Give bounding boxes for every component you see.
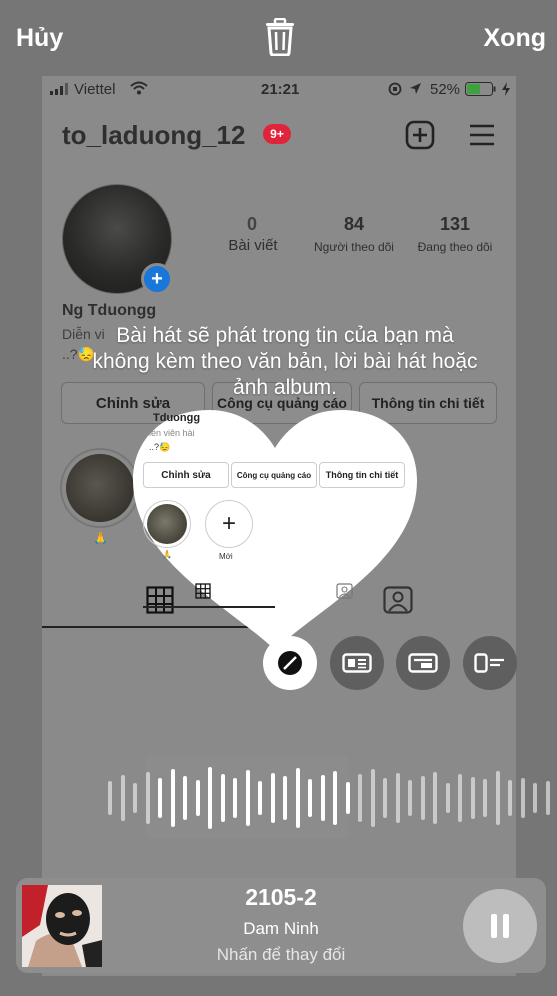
waveform-bar xyxy=(483,779,487,817)
add-post-icon[interactable] xyxy=(405,120,435,155)
waveform-bar xyxy=(520,778,525,818)
charging-icon xyxy=(502,82,510,100)
pause-icon xyxy=(491,914,509,938)
battery-icon xyxy=(465,82,497,100)
waveform-bar xyxy=(220,774,225,822)
heart-new-highlight-plus-icon: + xyxy=(205,500,253,548)
display-name: Ng Tduongg xyxy=(62,302,157,319)
following-count[interactable]: 131 xyxy=(415,214,495,235)
signal-icon xyxy=(50,82,70,99)
change-song-hint[interactable]: Nhấn để thay đổi xyxy=(170,945,392,965)
waveform-bar xyxy=(158,778,162,818)
audio-waveform[interactable] xyxy=(100,760,557,836)
waveform-bar xyxy=(208,767,212,829)
waveform-bar xyxy=(533,783,537,813)
heart-tagged-icon xyxy=(336,583,353,604)
status-bar: Viettel 21:21 52% xyxy=(42,76,516,102)
waveform-bar xyxy=(345,782,350,814)
done-button[interactable]: Xong xyxy=(484,24,547,53)
pause-button[interactable] xyxy=(463,889,537,963)
waveform-bar xyxy=(133,783,137,813)
heart-highlight xyxy=(143,500,191,548)
waveform-bar xyxy=(395,773,400,823)
add-story-plus-icon[interactable]: + xyxy=(141,263,173,295)
waveform-bar xyxy=(145,772,150,824)
compact-label-icon xyxy=(474,653,504,673)
waveform-bar xyxy=(383,778,387,818)
waveform-bar xyxy=(333,771,337,825)
bio-line-2: ..?😓 xyxy=(62,346,95,362)
waveform-bar xyxy=(283,776,287,820)
card-lyrics-icon xyxy=(342,653,372,673)
waveform-bar xyxy=(295,768,300,828)
style-none-button[interactable] xyxy=(263,636,317,690)
waveform-bar xyxy=(495,771,500,825)
battery-percent: 52% xyxy=(430,81,461,98)
posts-count: 0 xyxy=(246,214,257,234)
profile-username: to_laduong_12 xyxy=(62,120,246,150)
waveform-bar xyxy=(458,774,462,822)
following-label[interactable]: Đang theo dõi xyxy=(407,240,503,254)
waveform-bar xyxy=(445,783,450,813)
music-sticker-hint: Bài hát sẽ phát trong tin của bạn mà khô… xyxy=(92,324,478,399)
carrier-name: Viettel xyxy=(74,81,116,98)
waveform-bar xyxy=(420,776,425,820)
waveform-bar xyxy=(308,779,312,817)
highlight-caption: 🙏 xyxy=(93,531,108,545)
followers-label[interactable]: Người theo dõi xyxy=(304,240,404,254)
heart-info-button: Thông tin chi tiết xyxy=(319,462,405,488)
waveform-bar xyxy=(108,781,112,815)
waveform-bar xyxy=(508,780,512,816)
waveform-bar xyxy=(320,775,325,821)
heart-new-label: Mới xyxy=(219,552,233,561)
style-album-card-button[interactable] xyxy=(396,636,450,690)
heart-tools-button: Công cụ quảng cáo xyxy=(231,462,317,488)
waveform-bar xyxy=(370,769,375,827)
waveform-bar xyxy=(358,774,362,822)
heart-sticker[interactable]: Tduongg iễn viên hài ..?😓 Chỉnh sửa Công… xyxy=(133,410,417,650)
waveform-bar xyxy=(183,776,187,820)
card-album-icon xyxy=(408,653,438,673)
song-artist: Dam Ninh xyxy=(243,919,319,938)
style-compact-button[interactable] xyxy=(463,636,517,690)
waveform-bar xyxy=(408,780,412,816)
heart-highlight-caption: 🙏 xyxy=(162,550,172,559)
orientation-lock-icon xyxy=(388,82,402,100)
location-icon xyxy=(409,82,422,99)
waveform-bar xyxy=(120,775,125,821)
waveform-bar xyxy=(195,780,200,816)
heart-bio-fragment: iễn viên hài xyxy=(149,428,195,438)
waveform-bar xyxy=(545,781,550,815)
no-style-icon xyxy=(278,651,302,675)
heart-name-fragment: Tduongg xyxy=(153,412,201,424)
waveform-bar xyxy=(233,778,237,818)
waveform-bar xyxy=(433,772,437,824)
followers-count[interactable]: 84 xyxy=(314,214,394,235)
style-lyrics-card-button[interactable] xyxy=(330,636,384,690)
clock: 21:21 xyxy=(261,81,300,98)
heart-edit-button: Chỉnh sửa xyxy=(143,462,229,488)
heart-grid-icon xyxy=(195,583,211,604)
waveform-bar xyxy=(245,770,250,826)
posts-label: Bài viết xyxy=(228,237,278,254)
wifi-icon xyxy=(130,81,148,99)
cancel-button[interactable]: Hủy xyxy=(16,24,63,53)
waveform-bar xyxy=(170,769,175,827)
story-highlight[interactable] xyxy=(60,448,140,528)
waveform-bar xyxy=(470,777,475,819)
trash-icon[interactable] xyxy=(262,17,298,57)
heart-bio-line-2: ..?😓 xyxy=(149,442,171,452)
song-title: 2105-2 xyxy=(245,884,317,910)
heart-tab-indicator xyxy=(143,606,275,608)
menu-icon[interactable] xyxy=(469,123,495,152)
waveform-bar xyxy=(258,781,262,815)
notification-badge: 9+ xyxy=(263,124,291,144)
waveform-bar xyxy=(270,773,275,823)
album-art[interactable] xyxy=(22,885,102,967)
